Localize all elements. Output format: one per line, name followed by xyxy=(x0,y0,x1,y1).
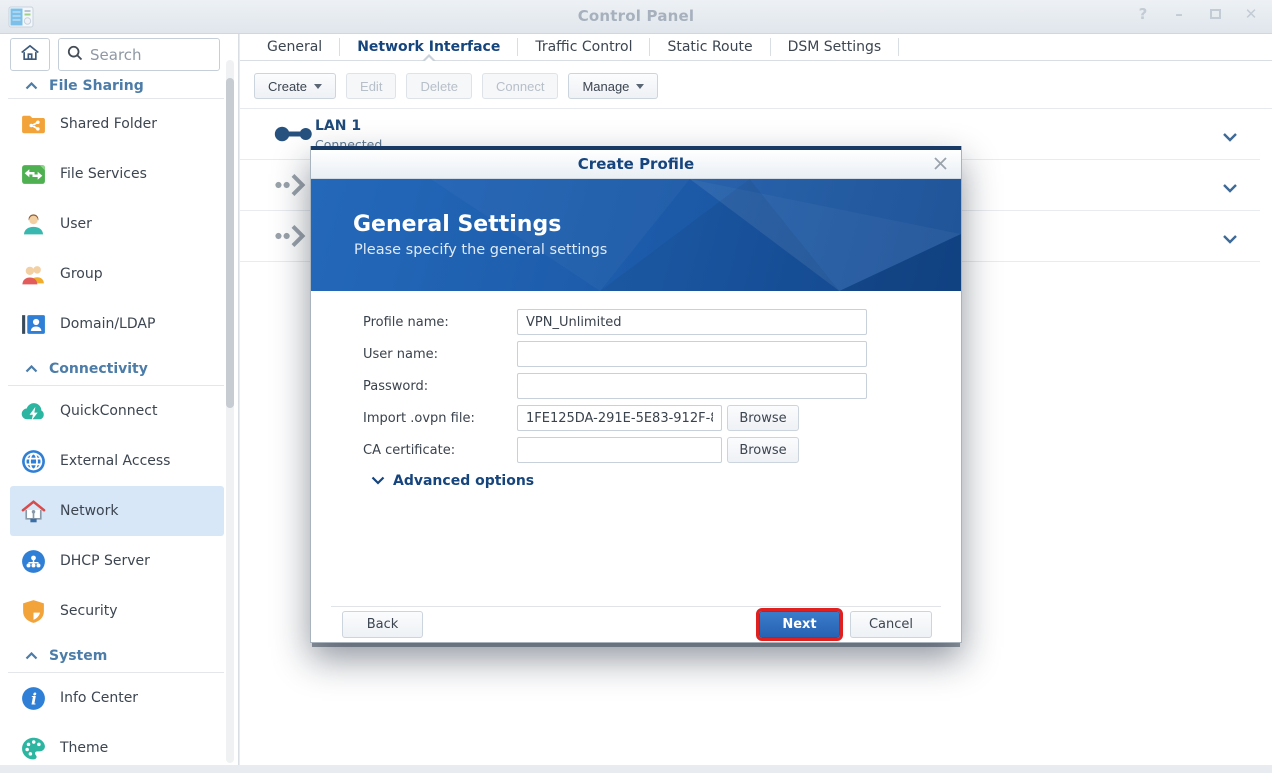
dialog-step-subheading: Please specify the general settings xyxy=(354,242,607,258)
dialog-body: Profile name: User name: Password: Impor… xyxy=(311,291,961,489)
user-name-field[interactable] xyxy=(517,341,867,367)
chevron-down-icon[interactable] xyxy=(1222,127,1238,146)
chevron-down-icon[interactable] xyxy=(1222,229,1238,248)
sidebar-item-info-center[interactable]: i Info Center xyxy=(10,673,224,723)
sidebar-item-theme[interactable]: Theme xyxy=(10,723,224,773)
sidebar-item-file-services[interactable]: File Services xyxy=(10,149,224,199)
chevron-up-icon xyxy=(25,361,38,377)
password-label: Password: xyxy=(363,379,517,394)
advanced-options-toggle[interactable]: Advanced options xyxy=(371,473,961,489)
network-icon xyxy=(20,498,47,525)
shared-folder-icon xyxy=(20,111,47,138)
ca-certificate-label: CA certificate: xyxy=(363,443,517,458)
delete-button[interactable]: Delete xyxy=(406,73,472,99)
svg-text:i: i xyxy=(31,689,37,708)
file-services-icon xyxy=(20,161,47,188)
caret-down-icon xyxy=(636,84,644,89)
dialog-title: Create Profile xyxy=(311,150,961,178)
user-icon xyxy=(20,211,47,238)
edit-button[interactable]: Edit xyxy=(346,73,396,99)
manage-button[interactable]: Manage xyxy=(568,73,658,99)
profile-name-label: Profile name: xyxy=(363,315,517,330)
password-field[interactable] xyxy=(517,373,867,399)
domain-ldap-icon xyxy=(20,311,47,338)
chevron-down-icon xyxy=(371,473,385,489)
search-icon xyxy=(67,45,83,65)
chevron-up-icon xyxy=(25,648,38,664)
import-ovpn-label: Import .ovpn file: xyxy=(363,411,517,426)
sidebar-item-external-access[interactable]: External Access xyxy=(10,436,224,486)
chevron-down-icon[interactable] xyxy=(1222,178,1238,197)
sidebar-item-dhcp-server[interactable]: DHCP Server xyxy=(10,536,224,586)
section-header-connectivity[interactable]: Connectivity xyxy=(8,349,224,386)
tab-general[interactable]: General xyxy=(250,34,339,60)
create-button[interactable]: Create xyxy=(254,73,336,99)
next-button[interactable]: Next xyxy=(759,611,840,638)
section-header-file-sharing[interactable]: File Sharing xyxy=(8,76,224,99)
window-title: Control Panel xyxy=(0,7,1272,25)
dhcp-server-icon xyxy=(20,548,47,575)
connect-button[interactable]: Connect xyxy=(482,73,558,99)
sidebar-item-network[interactable]: Network xyxy=(10,486,224,536)
browse-ca-button[interactable]: Browse xyxy=(727,437,799,463)
group-icon xyxy=(20,261,47,288)
minimize-icon[interactable]: – xyxy=(1170,5,1188,23)
sidebar-item-shared-folder[interactable]: Shared Folder xyxy=(10,99,224,149)
tab-static-route[interactable]: Static Route xyxy=(650,34,769,60)
theme-icon xyxy=(20,735,47,762)
cancel-button[interactable]: Cancel xyxy=(850,611,932,638)
pppoe-icon xyxy=(273,223,313,253)
search-input[interactable] xyxy=(90,46,211,64)
ca-certificate-field[interactable] xyxy=(517,437,722,463)
import-ovpn-field[interactable] xyxy=(517,405,722,431)
browse-ovpn-button[interactable]: Browse xyxy=(727,405,799,431)
close-icon[interactable] xyxy=(933,156,948,175)
user-name-label: User name: xyxy=(363,347,517,362)
dialog-footer: Back Next Cancel xyxy=(311,606,961,642)
tab-dsm-settings[interactable]: DSM Settings xyxy=(771,34,899,60)
tab-network-interface[interactable]: Network Interface xyxy=(340,34,517,60)
pppoe-icon xyxy=(273,172,313,202)
dialog-banner: General Settings Please specify the gene… xyxy=(311,179,961,291)
help-icon[interactable]: ? xyxy=(1134,5,1152,23)
create-profile-dialog: Create Profile General Settings Please s… xyxy=(310,146,962,643)
dialog-titlebar[interactable]: Create Profile xyxy=(311,150,961,179)
lan-icon xyxy=(273,121,313,151)
home-icon xyxy=(20,43,40,66)
tab-traffic-control[interactable]: Traffic Control xyxy=(518,34,649,60)
sidebar-item-domain-ldap[interactable]: Domain/LDAP xyxy=(10,299,224,349)
security-icon xyxy=(20,598,47,625)
sidebar-item-group[interactable]: Group xyxy=(10,249,224,299)
window-titlebar: Control Panel ? – ✕ xyxy=(0,0,1272,34)
sidebar-item-security[interactable]: Security xyxy=(10,586,224,636)
search-box[interactable] xyxy=(58,38,220,71)
quickconnect-icon xyxy=(20,398,47,425)
dialog-step-heading: General Settings xyxy=(353,212,561,237)
info-center-icon: i xyxy=(20,685,47,712)
close-icon[interactable]: ✕ xyxy=(1242,5,1260,23)
maximize-icon[interactable] xyxy=(1206,5,1224,23)
sidebar-item-quickconnect[interactable]: QuickConnect xyxy=(10,386,224,436)
sidebar: File Sharing Shared Folder File Services… xyxy=(0,34,239,765)
toolbar: Create Edit Delete Connect Manage xyxy=(240,61,1272,109)
tab-bar: General Network Interface Traffic Contro… xyxy=(240,34,1272,61)
sidebar-scrollbar-thumb[interactable] xyxy=(226,78,234,408)
caret-down-icon xyxy=(314,84,322,89)
external-access-icon xyxy=(20,448,47,475)
section-header-system[interactable]: System xyxy=(8,636,224,673)
home-button[interactable] xyxy=(10,38,50,71)
profile-name-field[interactable] xyxy=(517,309,867,335)
sidebar-scrollbar[interactable] xyxy=(226,60,234,763)
chevron-up-icon xyxy=(25,78,38,94)
sidebar-item-user[interactable]: User xyxy=(10,199,224,249)
back-button[interactable]: Back xyxy=(342,611,423,638)
